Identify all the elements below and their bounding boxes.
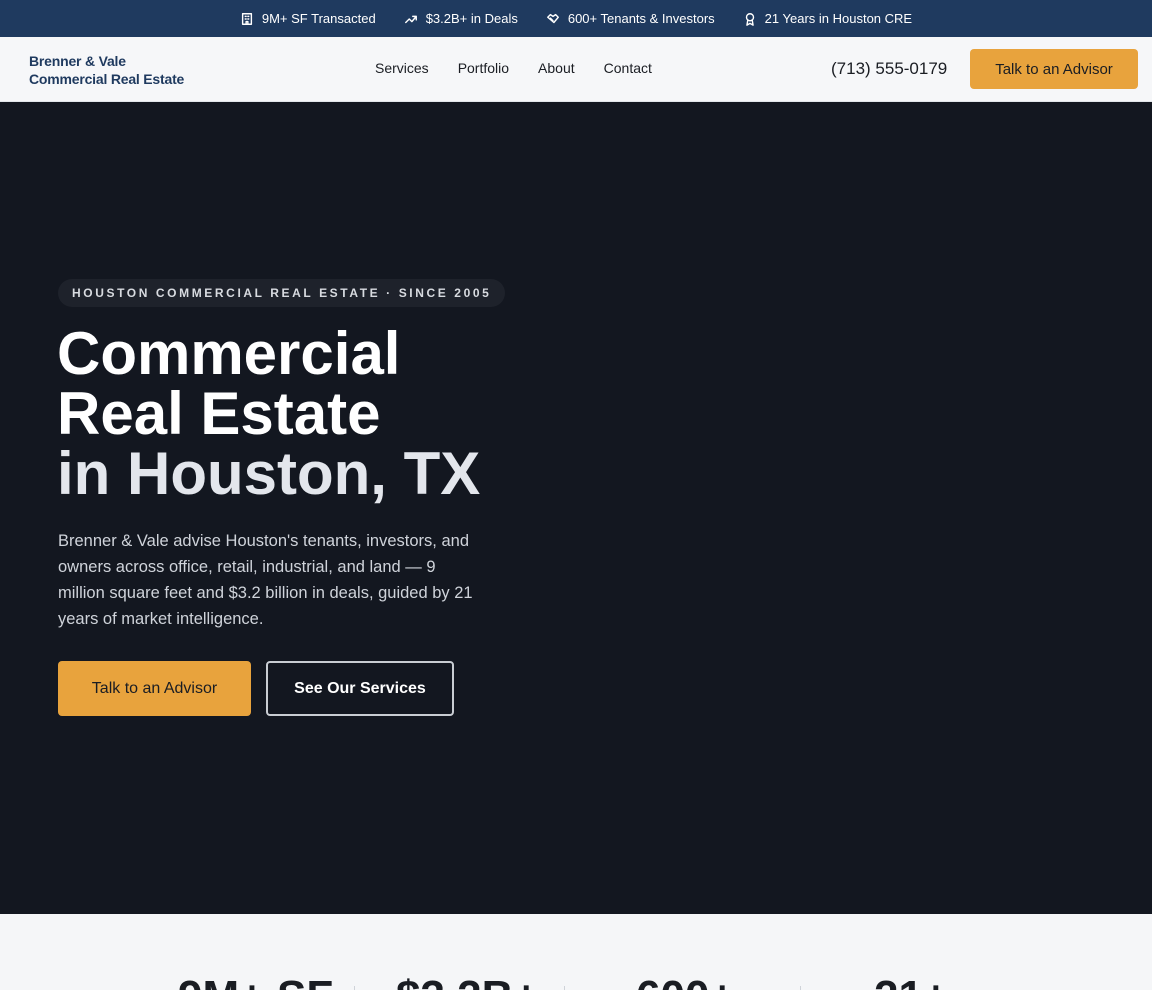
topbar-label: $3.2B+ in Deals xyxy=(425,11,518,26)
topbar-label: 9M+ SF Transacted xyxy=(261,11,376,26)
building-icon xyxy=(241,12,252,25)
see-services-button[interactable]: See Our Services xyxy=(266,661,454,716)
talk-to-advisor-button[interactable]: Talk to an Advisor xyxy=(58,661,251,716)
nav-portfolio[interactable]: Portfolio xyxy=(458,60,509,76)
stat-years: 21+ xyxy=(874,972,949,990)
stat-divider xyxy=(354,986,355,990)
topbar-item-tenants: 600+ Tenants & Investors xyxy=(546,11,715,26)
topbar-label: 600+ Tenants & Investors xyxy=(567,11,715,26)
hero-description: Brenner & Vale advise Houston's tenants,… xyxy=(58,532,473,628)
hero-eyebrow-badge: HOUSTON COMMERCIAL REAL ESTATE · SINCE 2… xyxy=(58,279,506,307)
brand-logo[interactable]: Brenner & Vale Commercial Real Estate xyxy=(29,52,184,88)
nav-contact[interactable]: Contact xyxy=(604,60,652,76)
trending-up-icon xyxy=(404,15,417,23)
stat-divider xyxy=(564,986,565,990)
header-cta-button[interactable]: Talk to an Advisor xyxy=(970,49,1138,89)
topbar-item-years: 21 Years in Houston CRE xyxy=(743,11,912,26)
stats-strip: 9M+ SF $3.2B+ 600+ 21+ xyxy=(0,914,1152,990)
main-nav: Services Portfolio About Contact xyxy=(375,60,652,76)
nav-services[interactable]: Services xyxy=(375,60,429,76)
award-icon xyxy=(745,12,754,26)
site-header: Brenner & Vale Commercial Real Estate Se… xyxy=(0,37,1152,102)
topbar-label: 21 Years in Houston CRE xyxy=(764,11,913,26)
hero-title-line3: in Houston, TX xyxy=(57,440,481,507)
nav-about[interactable]: About xyxy=(538,60,575,76)
hero-section: HOUSTON COMMERCIAL REAL ESTATE · SINCE 2… xyxy=(0,102,1152,914)
stat-tenants: 600+ xyxy=(636,972,735,990)
brand-name: Brenner & Vale xyxy=(29,53,126,69)
stat-deals: $3.2B+ xyxy=(396,972,539,990)
topbar-item-sf: 9M+ SF Transacted xyxy=(240,11,376,26)
stat-sf: 9M+ SF xyxy=(178,972,333,990)
hero-title: Commercial Real Estate in Houston, TX xyxy=(57,324,480,504)
stat-divider xyxy=(800,986,801,990)
brand-tagline: Commercial Real Estate xyxy=(29,71,185,87)
top-stats-bar: 9M+ SF Transacted $3.2B+ in Deals 600+ T… xyxy=(0,0,1152,37)
handshake-icon xyxy=(546,13,559,23)
topbar-item-deals: $3.2B+ in Deals xyxy=(404,11,518,26)
phone-link[interactable]: (713) 555-0179 xyxy=(831,59,947,79)
hero-title-line2: Real Estate xyxy=(57,380,381,447)
hero-title-line1: Commercial xyxy=(57,320,401,387)
